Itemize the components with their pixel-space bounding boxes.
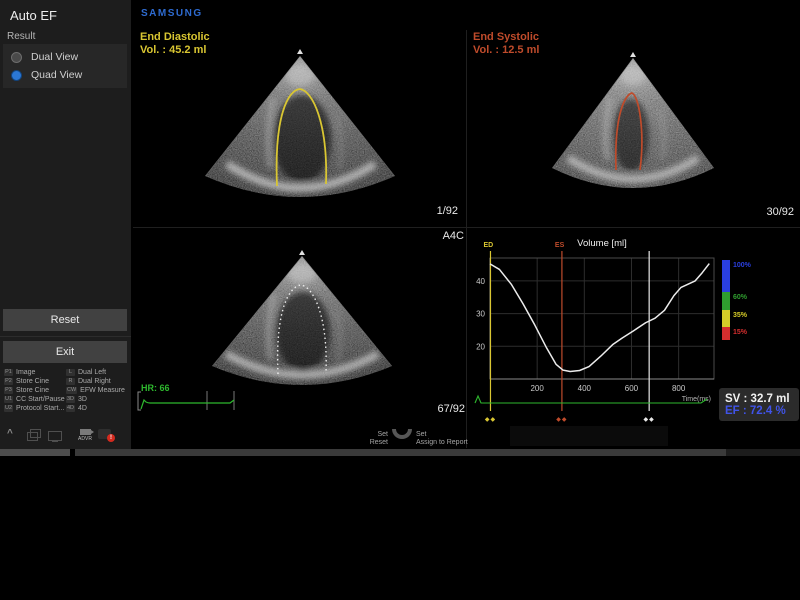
auto-ef-screen: Auto EF Result Dual View Quad View Reset… bbox=[0, 0, 800, 600]
fk-image: P1Image bbox=[4, 368, 70, 377]
radio-dual-view-dot[interactable] bbox=[11, 52, 22, 63]
a4c-frame-counter: 67/92 bbox=[415, 403, 465, 415]
fk-badge: P2 bbox=[4, 378, 13, 385]
panel-divider-horizontal bbox=[133, 227, 800, 228]
radio-quad-view-dot[interactable] bbox=[11, 70, 22, 81]
end-diastolic-ultrasound-image[interactable] bbox=[175, 46, 425, 221]
exit-button[interactable]: Exit bbox=[3, 341, 127, 363]
svg-text:Volume [ml]: Volume [ml] bbox=[577, 238, 627, 249]
stroke-volume-value: SV : 32.7 ml bbox=[725, 393, 799, 405]
page-title: Auto EF bbox=[10, 8, 57, 23]
apex-marker bbox=[297, 49, 303, 54]
fk-3d: 3D3D bbox=[66, 395, 132, 404]
ecg-bracket bbox=[138, 392, 141, 410]
fk-badge: U1 bbox=[4, 396, 13, 403]
fk-badge: U2 bbox=[4, 405, 13, 412]
svg-text:60%: 60% bbox=[733, 294, 748, 301]
ed-frame-counter: 1/92 bbox=[408, 205, 458, 217]
fk-badge: 4D bbox=[66, 405, 75, 412]
fk-dual-right: RDual Right bbox=[66, 377, 132, 386]
ejection-fraction-value: EF : 72.4 % bbox=[725, 405, 799, 417]
ecg-gate-ticks[interactable] bbox=[207, 391, 234, 410]
svg-text:40: 40 bbox=[476, 277, 485, 286]
svg-text:600: 600 bbox=[625, 384, 639, 393]
fk-badge: P3 bbox=[4, 387, 13, 394]
function-key-list-left: P1Image P2Store Cine P3Store Cine U1CC S… bbox=[4, 368, 70, 413]
fk-badge: CW bbox=[66, 387, 77, 394]
copy-icon[interactable] bbox=[27, 432, 38, 441]
fk-badge: 3D bbox=[66, 396, 75, 403]
alert-icon[interactable]: ! bbox=[98, 429, 111, 439]
svg-text:200: 200 bbox=[530, 384, 544, 393]
trackball-hint-left: SetReset bbox=[352, 431, 388, 447]
fk-badge: R bbox=[66, 378, 75, 385]
svg-text:35%: 35% bbox=[733, 312, 748, 319]
bottom-strip-right bbox=[726, 449, 800, 456]
camera-icon bbox=[80, 429, 91, 435]
monitor-icon[interactable] bbox=[48, 431, 62, 441]
end-systolic-ultrasound-image[interactable] bbox=[528, 50, 738, 210]
svg-text:400: 400 bbox=[578, 384, 592, 393]
fk-store-cine-2: P3Store Cine bbox=[4, 386, 70, 395]
bottom-strip-scrollbar[interactable] bbox=[75, 449, 726, 456]
samsung-logo: SAMSUNG bbox=[141, 8, 203, 19]
cine-bar-background bbox=[510, 426, 668, 446]
fk-store-cine-1: P2Store Cine bbox=[4, 377, 70, 386]
svg-text:15%: 15% bbox=[733, 329, 748, 336]
fk-efw-measure: CWEFW Measure bbox=[66, 386, 132, 395]
svg-text:20: 20 bbox=[476, 342, 485, 351]
fk-badge: P1 bbox=[4, 369, 13, 376]
ecg-strip bbox=[133, 388, 263, 414]
sidebar-status-row: ^ ADVR ! bbox=[0, 428, 131, 446]
advr-label: ADVR bbox=[76, 436, 94, 442]
apex-marker bbox=[299, 250, 305, 255]
fk-badge: L bbox=[66, 369, 75, 376]
svg-text:ED: ED bbox=[483, 242, 493, 249]
sidebar: Auto EF Result Dual View Quad View Reset… bbox=[0, 0, 131, 449]
svg-text:ES: ES bbox=[555, 242, 565, 249]
a4c-ultrasound-image[interactable] bbox=[168, 248, 436, 400]
end-systolic-title: End Systolic bbox=[473, 31, 539, 44]
reset-button[interactable]: Reset bbox=[3, 309, 127, 331]
fk-4d: 4D4D bbox=[66, 404, 132, 413]
view-mode-group: Dual View Quad View bbox=[3, 44, 127, 88]
svg-text:30: 30 bbox=[476, 310, 485, 319]
es-frame-counter: 30/92 bbox=[744, 206, 794, 218]
bottom-strip-left bbox=[0, 449, 70, 456]
radio-dual-view[interactable]: Dual View bbox=[11, 50, 78, 64]
svg-text:800: 800 bbox=[672, 384, 686, 393]
fk-protocol-start: U2Protocol Start... bbox=[4, 404, 70, 413]
result-section-label: Result bbox=[7, 31, 35, 42]
ecg-trace bbox=[141, 400, 234, 409]
divider bbox=[0, 336, 131, 337]
trackball-hint-right: SetAssign to Report bbox=[416, 431, 468, 447]
a4c-view-label: A4C bbox=[428, 230, 464, 242]
advr-recorder-icon[interactable]: ADVR bbox=[76, 429, 94, 442]
result-values-box: SV : 32.7 ml EF : 72.4 % bbox=[719, 388, 799, 421]
radio-dual-view-label: Dual View bbox=[31, 51, 78, 63]
end-diastolic-title: End Diastolic bbox=[140, 31, 210, 44]
fk-cc-start-pause: U1CC Start/Pause bbox=[4, 395, 70, 404]
svg-text:◆◆: ◆◆ bbox=[485, 417, 496, 423]
radio-quad-view-label: Quad View bbox=[31, 69, 82, 81]
svg-text:100%: 100% bbox=[733, 262, 752, 269]
function-key-list-right: LDual Left RDual Right CWEFW Measure 3D3… bbox=[66, 368, 132, 413]
alert-badge: ! bbox=[107, 434, 115, 442]
collapse-caret-icon[interactable]: ^ bbox=[7, 428, 13, 439]
apex-marker bbox=[630, 52, 636, 57]
fk-dual-left: LDual Left bbox=[66, 368, 132, 377]
svg-text:◆◆: ◆◆ bbox=[644, 417, 655, 423]
radio-quad-view[interactable]: Quad View bbox=[11, 68, 82, 82]
svg-text:◆◆: ◆◆ bbox=[556, 417, 567, 423]
